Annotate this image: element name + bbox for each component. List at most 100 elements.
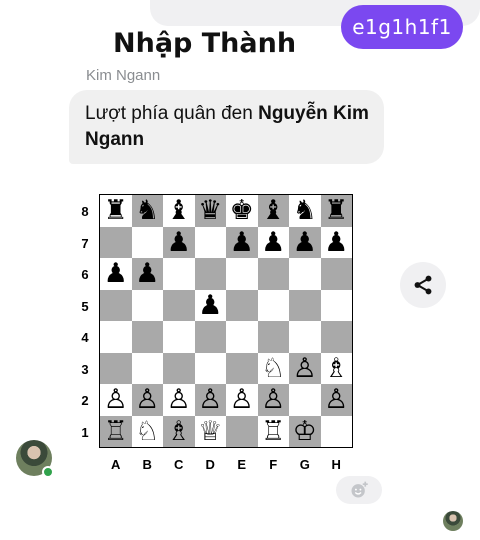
board-square[interactable]: ♖ [100, 415, 132, 447]
board-square[interactable] [131, 289, 163, 321]
sent-message-bubble[interactable]: e1g1h1f1 [341, 5, 463, 49]
chess-piece[interactable]: ♞ [135, 197, 159, 224]
chess-piece[interactable]: ♙ [167, 386, 191, 413]
chess-board[interactable]: ♜ ♞ ♝ ♛ ♚ ♝ ♞ ♜ ♟ ♟ ♟ ♟ ♟ ♟ ♟ ♟ ♘ ♙ ♗ ♙ ♙ ♙ ♙ ♙ ♙ ♙ ♖ ♘ ♗ ♕ ♖ ♔ [99, 194, 353, 448]
chess-piece[interactable]: ♘ [261, 355, 285, 382]
chess-piece[interactable]: ♙ [261, 386, 285, 413]
board-square[interactable]: ♜ [100, 195, 132, 227]
board-square[interactable] [131, 321, 163, 353]
chess-piece[interactable]: ♞ [293, 197, 317, 224]
board-square[interactable]: ♙ [100, 384, 132, 416]
chess-piece[interactable]: ♟ [324, 229, 348, 256]
board-square[interactable] [257, 289, 289, 321]
board-square[interactable]: ♟ [320, 226, 352, 258]
board-square[interactable]: ♟ [226, 226, 258, 258]
board-square[interactable] [163, 289, 195, 321]
chess-piece[interactable]: ♔ [293, 418, 317, 445]
board-square[interactable] [226, 258, 258, 290]
board-square[interactable] [131, 352, 163, 384]
chess-piece[interactable]: ♛ [198, 197, 222, 224]
board-square[interactable]: ♖ [257, 415, 289, 447]
board-square[interactable] [100, 289, 132, 321]
board-square[interactable]: ♟ [100, 258, 132, 290]
board-square[interactable] [194, 321, 226, 353]
board-square[interactable] [194, 226, 226, 258]
board-square[interactable] [320, 289, 352, 321]
chess-piece[interactable]: ♚ [230, 197, 254, 224]
chess-piece[interactable]: ♙ [135, 386, 159, 413]
board-square[interactable] [257, 321, 289, 353]
share-button[interactable] [400, 262, 446, 308]
board-square[interactable] [320, 321, 352, 353]
board-square[interactable]: ♞ [131, 195, 163, 227]
chess-piece[interactable]: ♟ [104, 260, 128, 287]
chess-piece[interactable]: ♘ [135, 418, 159, 445]
board-square[interactable] [100, 226, 132, 258]
chess-piece[interactable]: ♟ [135, 260, 159, 287]
board-square[interactable] [131, 226, 163, 258]
board-square[interactable] [226, 352, 258, 384]
board-square[interactable]: ♙ [194, 384, 226, 416]
board-square[interactable] [163, 258, 195, 290]
board-square[interactable]: ♛ [194, 195, 226, 227]
board-square[interactable]: ♘ [257, 352, 289, 384]
chess-piece[interactable]: ♜ [324, 197, 348, 224]
board-square[interactable]: ♟ [257, 226, 289, 258]
board-square[interactable] [320, 415, 352, 447]
board-square[interactable]: ♝ [257, 195, 289, 227]
board-square[interactable] [226, 289, 258, 321]
add-reaction-button[interactable] [336, 476, 382, 504]
board-square[interactable] [226, 415, 258, 447]
chess-piece[interactable]: ♕ [198, 418, 222, 445]
board-square[interactable] [257, 258, 289, 290]
board-square[interactable]: ♟ [194, 289, 226, 321]
board-square[interactable]: ♙ [226, 384, 258, 416]
board-square[interactable] [194, 352, 226, 384]
chess-piece[interactable]: ♙ [104, 386, 128, 413]
board-square[interactable]: ♟ [289, 226, 321, 258]
board-square[interactable] [226, 321, 258, 353]
chess-piece[interactable]: ♗ [324, 355, 348, 382]
chess-piece[interactable]: ♟ [293, 229, 317, 256]
board-square[interactable]: ♙ [320, 384, 352, 416]
chess-piece[interactable]: ♜ [104, 197, 128, 224]
board-square[interactable] [100, 321, 132, 353]
board-square[interactable]: ♕ [194, 415, 226, 447]
board-square[interactable]: ♚ [226, 195, 258, 227]
board-square[interactable]: ♗ [163, 415, 195, 447]
chess-piece[interactable]: ♟ [167, 229, 191, 256]
board-square[interactable] [194, 258, 226, 290]
chess-piece[interactable]: ♙ [198, 386, 222, 413]
board-square[interactable]: ♙ [289, 352, 321, 384]
chess-piece[interactable]: ♙ [230, 386, 254, 413]
board-square[interactable]: ♙ [163, 384, 195, 416]
chess-piece[interactable]: ♝ [261, 197, 285, 224]
chess-piece[interactable]: ♝ [167, 197, 191, 224]
board-square[interactable]: ♙ [131, 384, 163, 416]
board-square[interactable]: ♟ [131, 258, 163, 290]
chess-piece[interactable]: ♙ [324, 386, 348, 413]
board-square[interactable] [289, 289, 321, 321]
chess-piece[interactable]: ♟ [230, 229, 254, 256]
chess-piece[interactable]: ♗ [167, 418, 191, 445]
board-square[interactable]: ♟ [163, 226, 195, 258]
board-square[interactable] [289, 384, 321, 416]
board-square[interactable] [163, 352, 195, 384]
chess-piece[interactable]: ♟ [198, 292, 222, 319]
board-square[interactable] [100, 352, 132, 384]
board-square[interactable] [289, 321, 321, 353]
chess-piece[interactable]: ♙ [293, 355, 317, 382]
board-square[interactable]: ♞ [289, 195, 321, 227]
received-message-bubble[interactable]: Lượt phía quân đen Nguyễn Kim Ngann [69, 90, 384, 164]
board-square[interactable]: ♔ [289, 415, 321, 447]
board-square[interactable]: ♘ [131, 415, 163, 447]
board-square[interactable] [289, 258, 321, 290]
board-square[interactable]: ♜ [320, 195, 352, 227]
board-square[interactable] [320, 258, 352, 290]
board-square[interactable]: ♝ [163, 195, 195, 227]
chess-piece[interactable]: ♖ [261, 418, 285, 445]
chess-piece[interactable]: ♟ [261, 229, 285, 256]
chess-piece[interactable]: ♖ [104, 418, 128, 445]
board-square[interactable]: ♗ [320, 352, 352, 384]
board-square[interactable] [163, 321, 195, 353]
